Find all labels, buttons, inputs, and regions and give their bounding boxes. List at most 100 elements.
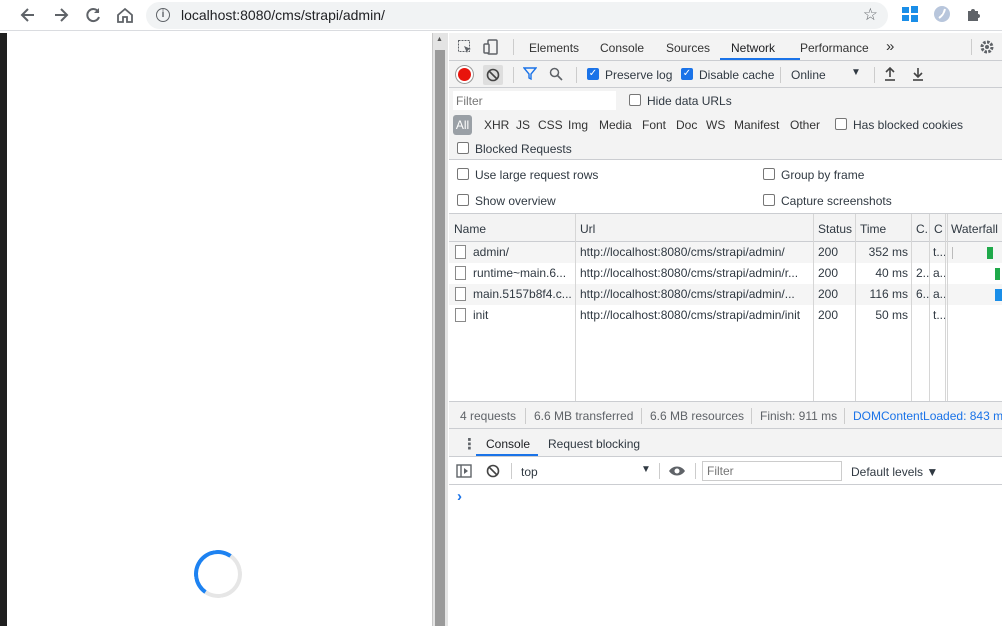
console-sidebar-toggle-icon[interactable]	[456, 463, 472, 482]
console-prompt[interactable]: ›	[457, 488, 462, 505]
large-rows-checkbox[interactable]	[457, 168, 469, 180]
type-filter-js[interactable]: JS	[516, 118, 530, 132]
console-filter-input[interactable]	[702, 461, 842, 481]
type-filter-media[interactable]: Media	[599, 118, 632, 132]
drawer-tab-console[interactable]: Console	[486, 437, 530, 451]
record-icon[interactable]	[458, 68, 471, 81]
type-filter-other[interactable]: Other	[790, 118, 820, 132]
column-header-c1[interactable]: C.	[916, 222, 928, 236]
settings-gear-icon[interactable]	[979, 39, 995, 58]
import-har-icon[interactable]	[883, 66, 897, 85]
forward-icon[interactable]	[51, 5, 71, 25]
network-settings: Use large request rows Group by frame Sh…	[449, 160, 1002, 214]
table-row[interactable]: runtime~main.6... http://localhost:8080/…	[449, 263, 1002, 284]
scroll-up-arrow-icon[interactable]: ▲	[436, 36, 443, 43]
preserve-log-checkbox[interactable]: ✓	[587, 68, 599, 80]
hide-data-urls-checkbox[interactable]	[629, 94, 641, 106]
waterfall-bar	[995, 289, 1002, 301]
tab-network[interactable]: Network	[731, 41, 775, 55]
group-by-frame-label: Group by frame	[781, 168, 865, 182]
capture-screenshots-checkbox[interactable]	[763, 194, 775, 206]
type-filter-css[interactable]: CSS	[538, 118, 563, 132]
windows-extension-icon[interactable]	[900, 5, 920, 25]
site-info-icon[interactable]: i	[156, 8, 170, 22]
drawer-active-tab-indicator	[476, 454, 538, 456]
request-status: 200	[818, 266, 839, 280]
network-summary-bar: 4 requests 6.6 MB transferred 6.6 MB res…	[449, 402, 1002, 429]
capture-screenshots-label: Capture screenshots	[781, 194, 892, 208]
type-filter-manifest[interactable]: Manifest	[734, 118, 779, 132]
inspect-element-icon[interactable]	[457, 39, 473, 58]
device-toolbar-icon[interactable]	[483, 39, 499, 58]
document-icon	[455, 266, 466, 280]
bookmark-star-icon[interactable]: ☆	[863, 5, 878, 25]
tab-elements[interactable]: Elements	[529, 41, 579, 55]
scrollbar-thumb[interactable]	[435, 50, 445, 626]
column-header-url[interactable]: Url	[580, 222, 595, 236]
column-header-c2[interactable]: C	[934, 222, 943, 236]
table-row[interactable]: main.5157b8f4.c... http://localhost:8080…	[449, 284, 1002, 305]
back-icon[interactable]	[18, 5, 38, 25]
column-header-time[interactable]: Time	[860, 222, 886, 236]
puzzle-extensions-icon[interactable]	[964, 5, 984, 25]
disable-cache-checkbox[interactable]: ✓	[681, 68, 693, 80]
network-filter-input[interactable]	[453, 91, 616, 110]
large-rows-label: Use large request rows	[475, 168, 599, 182]
type-filter-all[interactable]: All	[453, 115, 472, 135]
console-context-select[interactable]: top	[521, 465, 538, 479]
column-header-waterfall[interactable]: Waterfall	[951, 222, 998, 236]
console-output[interactable]: ›	[449, 485, 1002, 626]
table-row[interactable]: admin/ http://localhost:8080/cms/strapi/…	[449, 242, 1002, 263]
request-table: Name Url Status Time C. C Waterfall admi…	[449, 214, 1002, 402]
log-levels-select[interactable]: Default levels ▼	[851, 465, 938, 479]
drawer-tab-request-blocking[interactable]: Request blocking	[548, 437, 640, 451]
url-text[interactable]: localhost:8080/cms/strapi/admin/	[181, 7, 385, 23]
request-c1: 6...	[916, 287, 930, 301]
type-filter-font[interactable]: Font	[642, 118, 666, 132]
table-row[interactable]: init http://localhost:8080/cms/strapi/ad…	[449, 305, 1002, 326]
table-header: Name Url Status Time C. C Waterfall	[449, 214, 1002, 242]
blocked-requests-checkbox[interactable]	[457, 142, 469, 154]
drawer-menu-icon[interactable]: ⋮	[462, 435, 477, 453]
type-filter-img[interactable]: Img	[568, 118, 588, 132]
request-url: http://localhost:8080/cms/strapi/admin/.…	[580, 287, 795, 301]
tab-performance[interactable]: Performance	[800, 41, 869, 55]
type-filter-xhr[interactable]: XHR	[484, 118, 509, 132]
clear-console-icon[interactable]	[485, 463, 501, 482]
clear-button[interactable]	[483, 65, 503, 85]
drawer-tabbar: ⋮ Console Request blocking	[449, 429, 1002, 457]
extension-icon[interactable]	[932, 5, 952, 25]
document-icon	[455, 308, 466, 322]
active-tab-indicator	[720, 58, 800, 60]
live-expression-eye-icon[interactable]	[668, 463, 686, 482]
context-dropdown-arrow-icon[interactable]: ▼	[641, 464, 651, 475]
throttling-dropdown-arrow-icon[interactable]: ▼	[851, 67, 861, 78]
has-blocked-cookies-checkbox[interactable]	[835, 118, 847, 130]
tab-sources[interactable]: Sources	[666, 41, 710, 55]
filter-funnel-icon[interactable]	[522, 67, 538, 84]
document-icon	[455, 245, 466, 259]
tab-console[interactable]: Console	[600, 41, 644, 55]
type-filter-doc[interactable]: Doc	[676, 118, 697, 132]
resources-size: 6.6 MB resources	[650, 409, 745, 423]
home-icon[interactable]	[115, 5, 135, 25]
browser-toolbar: i localhost:8080/cms/strapi/admin/ ☆	[0, 0, 1002, 31]
waterfall-queue	[952, 247, 953, 259]
address-bar[interactable]: i localhost:8080/cms/strapi/admin/ ☆	[146, 2, 888, 29]
group-by-frame-checkbox[interactable]	[763, 168, 775, 180]
reload-icon[interactable]	[83, 5, 103, 25]
throttling-select[interactable]: Online	[791, 68, 826, 82]
type-filter-ws[interactable]: WS	[706, 118, 725, 132]
search-icon[interactable]	[549, 67, 563, 84]
more-tabs-button[interactable]: »	[886, 38, 894, 55]
request-name: runtime~main.6...	[473, 266, 567, 280]
waterfall-bar	[995, 268, 1000, 280]
export-har-icon[interactable]	[911, 66, 925, 85]
waterfall-bar	[987, 247, 993, 259]
column-header-name[interactable]: Name	[454, 222, 486, 236]
column-header-status[interactable]: Status	[818, 222, 852, 236]
request-status: 200	[818, 245, 839, 259]
show-overview-checkbox[interactable]	[457, 194, 469, 206]
network-toolbar: ✓ Preserve log ✓ Disable cache Online ▼	[449, 61, 1002, 88]
network-filter-bar: Hide data URLs All XHR JS CSS Img Media …	[449, 88, 1002, 160]
